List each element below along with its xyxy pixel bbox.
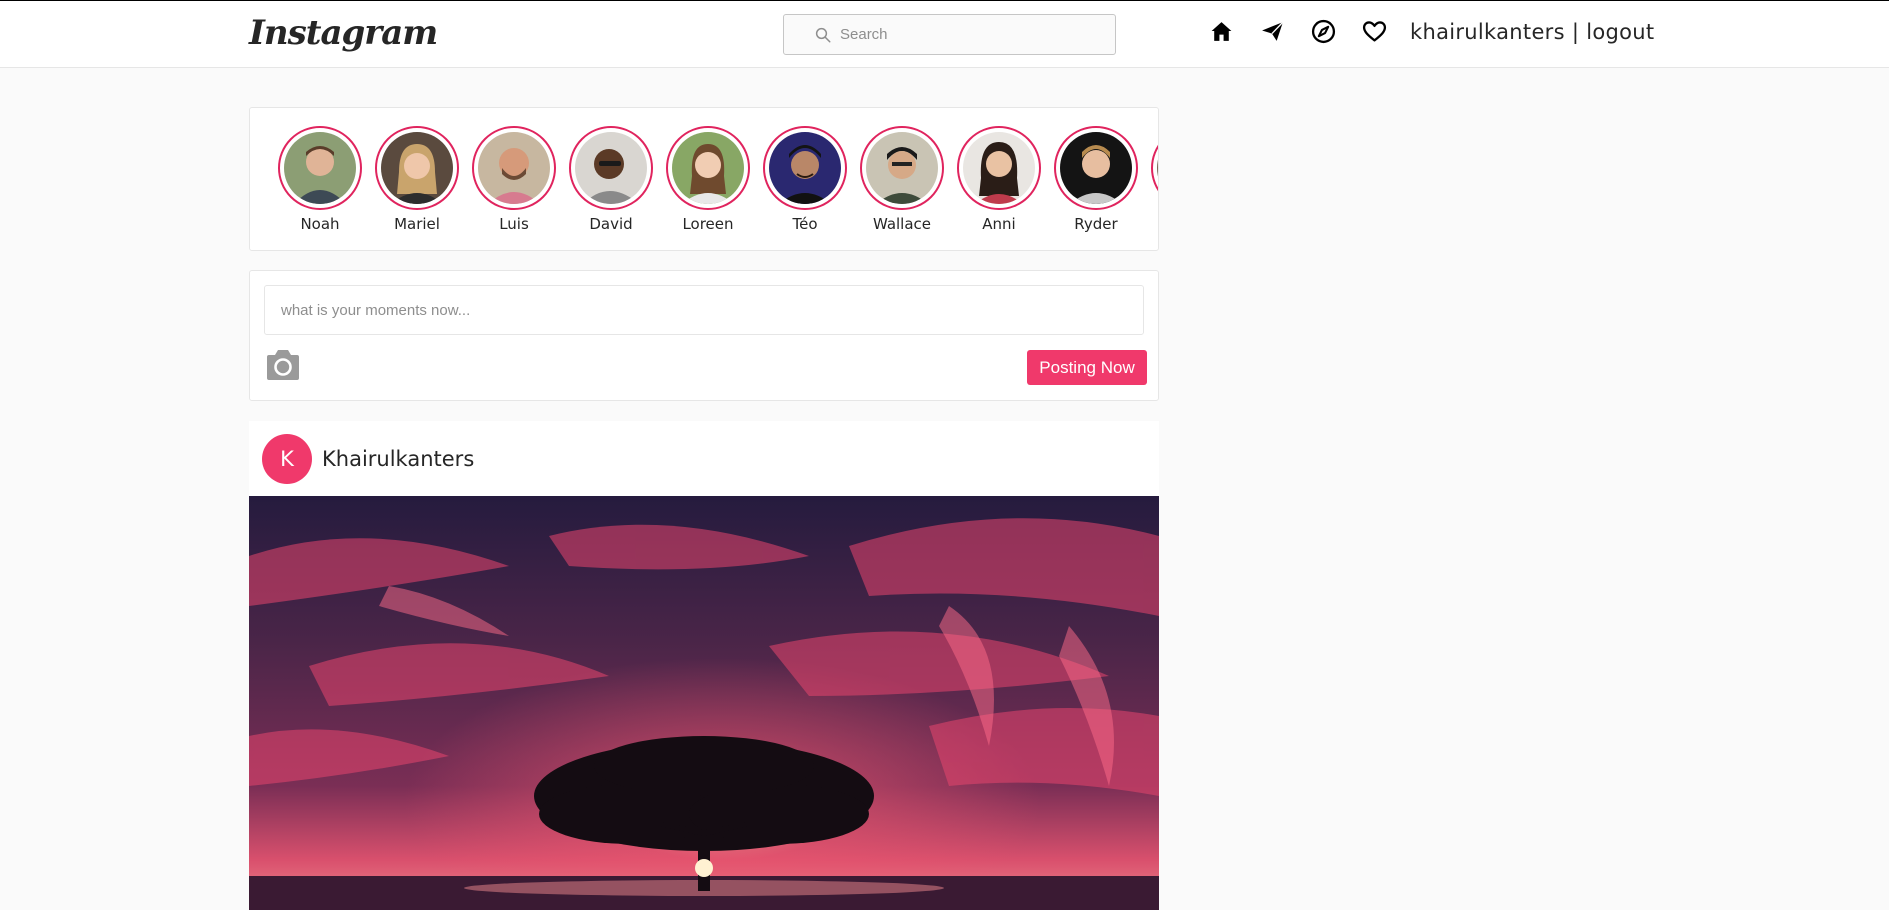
feed-post: K Khairulkanters	[249, 421, 1159, 910]
avatar[interactable]: K	[262, 433, 312, 484]
camera-icon[interactable]	[264, 348, 302, 382]
top-navbar: Instagram khairulkanters | logout	[0, 1, 1889, 68]
post-composer: Posting Now	[249, 270, 1159, 401]
avatar	[769, 132, 841, 204]
explore-icon[interactable]	[1311, 19, 1336, 44]
home-icon[interactable]	[1209, 19, 1234, 44]
logout-link[interactable]: logout	[1586, 20, 1654, 44]
story-ring	[957, 126, 1041, 210]
story-ring	[666, 126, 750, 210]
post-author[interactable]: Khairulkanters	[322, 447, 474, 471]
avatar	[478, 132, 550, 204]
search-box[interactable]	[783, 14, 1116, 55]
story-item[interactable]: Ryder	[1054, 126, 1138, 233]
story-item-partial[interactable]	[1151, 126, 1158, 210]
avatar	[1157, 132, 1158, 204]
story-ring	[472, 126, 556, 210]
story-name: Noah	[300, 215, 340, 233]
story-item[interactable]: Téo	[763, 126, 847, 233]
story-name: Anni	[982, 215, 1016, 233]
instagram-logo[interactable]: Instagram	[249, 13, 438, 53]
story-ring	[860, 126, 944, 210]
avatar	[575, 132, 647, 204]
story-name: Luis	[499, 215, 529, 233]
search-icon	[815, 27, 831, 43]
story-name: Wallace	[872, 215, 932, 233]
story-item[interactable]: Noah	[278, 126, 362, 233]
story-ring	[1151, 126, 1158, 210]
story-name: Ryder	[1074, 215, 1118, 233]
send-icon[interactable]	[1260, 19, 1285, 44]
nav-icons	[1209, 19, 1387, 44]
user-links-separator: |	[1564, 20, 1587, 44]
story-name: Mariel	[394, 215, 440, 233]
story-ring	[375, 126, 459, 210]
avatar	[381, 132, 453, 204]
profile-link[interactable]: khairulkanters	[1410, 20, 1565, 44]
story-item[interactable]: Wallace	[860, 126, 944, 233]
user-links: khairulkanters | logout	[1410, 20, 1654, 44]
post-image[interactable]	[249, 496, 1159, 910]
search-input[interactable]	[840, 26, 1100, 43]
post-header: K Khairulkanters	[249, 421, 1159, 496]
story-item[interactable]: David	[569, 126, 653, 233]
posting-now-button[interactable]: Posting Now	[1027, 350, 1147, 385]
story-ring	[278, 126, 362, 210]
avatar	[1060, 132, 1132, 204]
story-item[interactable]: Mariel	[375, 126, 459, 233]
story-name: David	[589, 215, 633, 233]
heart-icon[interactable]	[1362, 19, 1387, 44]
story-name: Téo	[792, 215, 818, 233]
moment-input[interactable]	[264, 285, 1144, 335]
avatar	[284, 132, 356, 204]
avatar	[866, 132, 938, 204]
stories-bar: Noah Mariel Luis David Loreen Téo Wallac…	[249, 107, 1159, 251]
story-item[interactable]: Loreen	[666, 126, 750, 233]
story-item[interactable]: Luis	[472, 126, 556, 233]
story-item[interactable]: Anni	[957, 126, 1041, 233]
avatar	[963, 132, 1035, 204]
story-ring	[569, 126, 653, 210]
story-name: Loreen	[682, 215, 734, 233]
avatar	[672, 132, 744, 204]
story-ring	[1054, 126, 1138, 210]
story-ring	[763, 126, 847, 210]
